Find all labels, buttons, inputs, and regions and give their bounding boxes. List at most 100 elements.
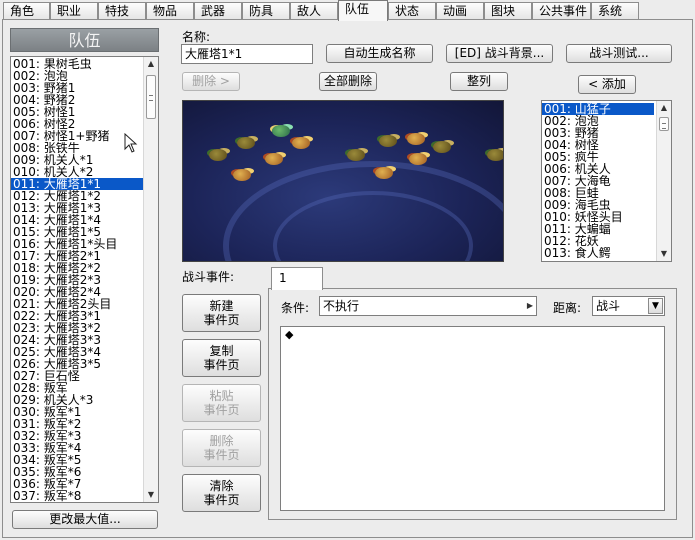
troop-list-item[interactable]: 011: 大雁塔1*1 (11, 178, 143, 190)
troop-list-item[interactable]: 019: 大雁塔2*3 (11, 274, 143, 286)
scroll-down-arrow-icon[interactable]: ▼ (144, 488, 158, 502)
event-command-list[interactable]: ◆ (280, 326, 665, 511)
tab-11[interactable]: 公共事件 (532, 2, 591, 20)
troop-list-item[interactable]: 001: 果树毛虫 (11, 58, 143, 70)
troop-list-item[interactable]: 005: 树怪1 (11, 106, 143, 118)
enemy-list-item[interactable]: 011: 大蝙蝠 (542, 223, 654, 235)
tab-8[interactable]: 状态 (388, 2, 436, 20)
troop-list-item[interactable]: 021: 大雁塔2头目 (11, 298, 143, 310)
scroll-thumb[interactable] (146, 75, 156, 119)
troop-list-item[interactable]: 004: 野猪2 (11, 94, 143, 106)
troop-list-item[interactable]: 002: 泡泡 (11, 70, 143, 82)
troop-list-item[interactable]: 013: 大雁塔1*3 (11, 202, 143, 214)
event-page-tab-1[interactable]: 1 (271, 267, 323, 290)
battle-background-button[interactable]: [ED] 战斗背景... (446, 44, 553, 63)
tab-12[interactable]: 系统 (591, 2, 639, 20)
remove-all-button[interactable]: 全部删除 (319, 72, 377, 91)
enemy-sprite[interactable] (205, 145, 231, 163)
troop-list-item[interactable]: 006: 树怪2 (11, 118, 143, 130)
enemy-list-item[interactable]: 003: 野猪 (542, 127, 654, 139)
troop-list-item[interactable]: 036: 叛军*7 (11, 478, 143, 490)
troop-list-item[interactable]: 023: 大雁塔3*2 (11, 322, 143, 334)
troop-list-item[interactable]: 017: 大雁塔2*1 (11, 250, 143, 262)
chevron-down-icon[interactable]: ▼ (648, 298, 663, 314)
scroll-thumb[interactable] (659, 117, 669, 131)
troop-list-item[interactable]: 020: 大雁塔2*4 (11, 286, 143, 298)
enemy-list-item[interactable]: 002: 泡泡 (542, 115, 654, 127)
tab-2[interactable]: 特技 (98, 2, 146, 20)
scroll-down-arrow-icon[interactable]: ▼ (657, 247, 671, 261)
enemy-list-item[interactable]: 004: 树怪 (542, 139, 654, 151)
enemy-list-item[interactable]: 007: 大海龟 (542, 175, 654, 187)
enemy-sprite[interactable] (371, 163, 397, 181)
troop-list-item[interactable]: 034: 叛军*5 (11, 454, 143, 466)
enemy-sprite[interactable] (405, 149, 431, 167)
troop-list-item[interactable]: 024: 大雁塔3*3 (11, 334, 143, 346)
troop-list-item[interactable]: 035: 叛军*6 (11, 466, 143, 478)
enemy-list-scrollbar[interactable]: ▲ ▼ (656, 101, 671, 261)
enemy-list[interactable]: 001: 山猛子 002: 泡泡 003: 野猪 004: 树怪 005: 疯牛 006:… (541, 100, 672, 262)
arrange-button[interactable]: 整列 (450, 72, 508, 91)
troop-list-item[interactable]: 030: 叛军*1 (11, 406, 143, 418)
command-marker-icon[interactable]: ◆ (285, 328, 293, 341)
troop-list-item[interactable]: 029: 机关人*3 (11, 394, 143, 406)
enemy-list-item[interactable]: 001: 山猛子 (542, 103, 654, 115)
enemy-sprite[interactable] (483, 145, 503, 163)
enemy-sprite[interactable] (288, 133, 314, 151)
delete-event-page-button[interactable]: 删除 事件页 (182, 429, 261, 467)
tab-3[interactable]: 物品 (146, 2, 194, 20)
enemy-sprite[interactable] (429, 137, 455, 155)
troop-list-item[interactable]: 014: 大雁塔1*4 (11, 214, 143, 226)
troop-list-item[interactable]: 025: 大雁塔3*4 (11, 346, 143, 358)
troop-list-item[interactable]: 033: 叛军*4 (11, 442, 143, 454)
troop-list-item[interactable]: 009: 机关人*1 (11, 154, 143, 166)
troop-list-item[interactable]: 012: 大雁塔1*2 (11, 190, 143, 202)
battle-test-button[interactable]: 战斗测试... (566, 44, 672, 63)
enemy-list-item[interactable]: 012: 花妖 (542, 235, 654, 247)
tab-9[interactable]: 动画 (436, 2, 484, 20)
new-event-page-button[interactable]: 新建 事件页 (182, 294, 261, 332)
add-enemy-button[interactable]: < 添加 (578, 75, 636, 94)
troop-list-item[interactable]: 018: 大雁塔2*2 (11, 262, 143, 274)
span-select[interactable]: 战斗 ▼ (592, 296, 665, 316)
condition-field[interactable]: 不执行 ▶ (319, 296, 537, 316)
troop-list-item[interactable]: 016: 大雁塔1*头目 (11, 238, 143, 250)
troop-name-input[interactable]: 大雁塔1*1 (181, 44, 313, 64)
troop-list-scrollbar[interactable]: ▲ ▼ (143, 57, 158, 502)
enemy-sprite[interactable] (343, 145, 369, 163)
tab-6[interactable]: 敌人 (290, 2, 338, 20)
auto-name-button[interactable]: 自动生成名称 (326, 44, 433, 63)
troop-list-item[interactable]: 015: 大雁塔1*5 (11, 226, 143, 238)
troop-list-item[interactable]: 032: 叛军*3 (11, 430, 143, 442)
enemy-sprite[interactable] (233, 133, 259, 151)
remove-enemy-button[interactable]: 删除 > (182, 72, 240, 91)
enemy-sprite[interactable] (375, 131, 401, 149)
scroll-up-arrow-icon[interactable]: ▲ (144, 57, 158, 71)
clear-event-page-button[interactable]: 清除 事件页 (182, 474, 261, 512)
enemy-sprite[interactable] (229, 165, 255, 183)
enemy-list-item[interactable]: 013: 食人鳄 (542, 247, 654, 259)
tab-4[interactable]: 武器 (194, 2, 242, 20)
troop-list[interactable]: 001: 果树毛虫 002: 泡泡 003: 野猪1 004: 野猪2 005: 树怪1… (10, 56, 159, 503)
enemy-list-item[interactable]: 005: 疯牛 (542, 151, 654, 163)
battle-preview[interactable] (182, 100, 504, 262)
troop-list-item[interactable]: 037: 叛军*8 (11, 490, 143, 502)
paste-event-page-button[interactable]: 粘贴 事件页 (182, 384, 261, 422)
troop-list-item[interactable]: 031: 叛军*2 (11, 418, 143, 430)
copy-event-page-button[interactable]: 复制 事件页 (182, 339, 261, 377)
tab-10[interactable]: 图块 (484, 2, 532, 20)
troop-list-item[interactable]: 027: 巨石怪 (11, 370, 143, 382)
enemy-list-item[interactable]: 010: 妖怪头目 (542, 211, 654, 223)
tab-7[interactable]: 队伍 (338, 0, 388, 21)
tab-0[interactable]: 角色 (3, 2, 50, 20)
enemy-sprite[interactable] (403, 129, 429, 147)
troop-list-item[interactable]: 010: 机关人*2 (11, 166, 143, 178)
change-max-button[interactable]: 更改最大值... (12, 510, 158, 529)
troop-list-item[interactable]: 022: 大雁塔3*1 (11, 310, 143, 322)
troop-list-item[interactable]: 003: 野猪1 (11, 82, 143, 94)
enemy-sprite[interactable] (261, 149, 287, 167)
enemy-list-item[interactable]: 008: 巨蛙 (542, 187, 654, 199)
enemy-list-item[interactable]: 009: 海毛虫 (542, 199, 654, 211)
troop-list-item[interactable]: 028: 叛军 (11, 382, 143, 394)
troop-list-item[interactable]: 026: 大雁塔3*5 (11, 358, 143, 370)
